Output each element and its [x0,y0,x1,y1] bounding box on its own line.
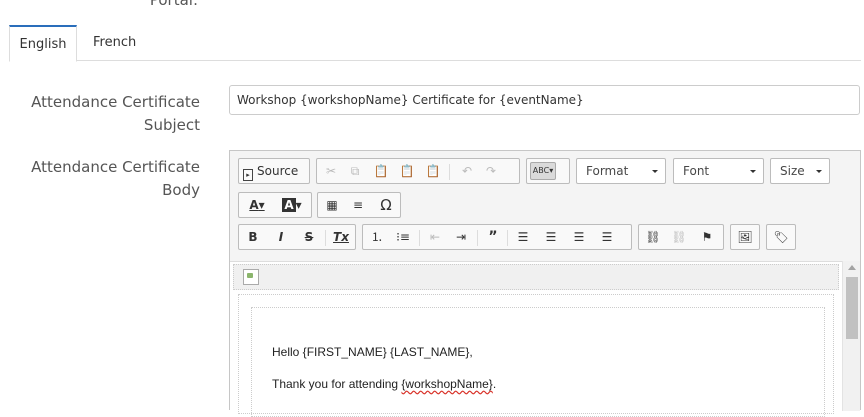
align-left-icon[interactable]: ☰ [513,228,533,246]
content-inner-table: Hello {FIRST_NAME} {LAST_NAME}, Thank yo… [251,307,825,417]
toolbar-row-3: B I S Tx ⒈ ⁝≡ ⇤ ⇥ ” ☰ ☰ ☰ ☰ ⛓ ⛓ ⚑ 🖼 🏷 [238,224,808,250]
table-icon[interactable]: ▦ [322,196,342,214]
basic-styles-group: B I S Tx [238,224,356,250]
language-tabs: English French [9,25,861,62]
content-outer-table: Hello {FIRST_NAME} {LAST_NAME}, Thank yo… [238,294,834,417]
size-label: Size [780,164,805,178]
redo-icon[interactable]: ↷ [481,162,501,180]
horizontal-line-icon[interactable]: ≡ [348,196,368,214]
paste-text-icon[interactable]: 📋 [397,162,417,180]
source-label: Source [257,164,299,178]
size-dropdown[interactable]: Size [770,158,830,184]
toolbar-row-1: ▸ Source ✂ ⧉ 📋 📋 📋 ↶ ↷ ABC▾ Format Font S… [238,158,848,184]
format-label: Format [586,164,629,178]
subject-label-line2: Subject [143,116,200,134]
body-label-line2: Body [162,181,200,199]
placeholder-group: 🏷 [766,224,796,250]
source-icon: ▸ [243,169,253,181]
chevron-down-icon [816,170,822,173]
bg-color-button[interactable]: A ▾ [277,196,307,214]
source-button[interactable]: ▸ Source [243,162,307,181]
align-center-icon[interactable]: ☰ [541,228,561,246]
text-color-button[interactable]: A▾ [243,196,271,214]
bold-button[interactable]: B [243,228,263,246]
link-icon[interactable]: ⛓ [643,228,663,246]
rich-text-editor: ▸ Source ✂ ⧉ 📋 📋 📋 ↶ ↷ ABC▾ Format Font S… [229,150,861,417]
numbered-list-icon[interactable]: ⒈ [367,228,387,246]
paste-word-icon[interactable]: 📋 [423,162,443,180]
scroll-thumb[interactable] [846,277,858,339]
thanks-prefix: Thank you for attending [272,377,402,391]
editor-content[interactable]: Hello {FIRST_NAME} {LAST_NAME}, Thank yo… [230,261,842,417]
special-char-icon[interactable]: Ω [376,196,396,214]
subject-input[interactable]: Workshop {workshopName} Certificate for … [229,85,860,115]
links-group: ⛓ ⛓ ⚑ [638,224,724,250]
clipboard-group: ✂ ⧉ 📋 📋 📋 ↶ ↷ [316,158,520,184]
tag-icon[interactable]: 🏷 [771,228,791,246]
image-group: 🖼 [730,224,760,250]
source-group: ▸ Source [238,158,310,184]
body-label-line1: Attendance Certificate [31,158,200,176]
undo-icon[interactable]: ↶ [457,162,477,180]
chevron-down-icon [750,170,756,173]
spellcheck-button[interactable]: ABC▾ [530,162,556,180]
header-image-area [233,264,839,290]
bulleted-list-icon[interactable]: ⁝≡ [393,228,413,246]
image-icon[interactable]: 🖼 [735,228,755,246]
chevron-down-icon [652,170,658,173]
align-justify-icon[interactable]: ☰ [597,228,617,246]
tab-english[interactable]: English [9,25,77,62]
strike-button[interactable]: S [299,228,319,246]
align-right-icon[interactable]: ☰ [569,228,589,246]
font-dropdown[interactable]: Font [673,158,764,184]
italic-button[interactable]: I [271,228,291,246]
editor-scrollbar[interactable] [842,261,860,411]
indent-icon[interactable]: ⇥ [451,228,471,246]
spellcheck-group: ABC▾ [526,158,570,184]
paste-icon[interactable]: 📋 [371,162,391,180]
scroll-up-icon[interactable] [848,265,856,270]
portal-label: Portal: [149,0,198,9]
tab-french[interactable]: French [80,25,149,61]
format-dropdown[interactable]: Format [576,158,666,184]
insert-group: ▦ ≡ Ω [317,192,401,218]
thanks-line: Thank you for attending {workshopName}. [272,377,496,391]
bg-color-label: A [282,198,296,212]
outdent-icon[interactable]: ⇤ [425,228,445,246]
subject-label-line1: Attendance Certificate [31,93,200,111]
toolbar-row-2: A▾ A ▾ ▦ ≡ Ω [238,192,438,218]
paragraph-group: ⒈ ⁝≡ ⇤ ⇥ ” ☰ ☰ ☰ ☰ [362,224,632,250]
subject-label: Attendance Certificate Subject [10,91,200,137]
cut-icon[interactable]: ✂ [321,162,341,180]
text-color-label: A [249,198,259,212]
workshop-placeholder: {workshopName} [401,377,493,391]
unlink-icon[interactable]: ⛓ [669,228,689,246]
font-label: Font [683,164,710,178]
blockquote-icon[interactable]: ” [483,228,503,246]
broken-image-icon [243,269,259,285]
color-group: A▾ A ▾ [238,192,312,218]
anchor-flag-icon[interactable]: ⚑ [697,228,717,246]
spellcheck-label: ABC [532,166,550,175]
thanks-suffix: . [492,377,497,391]
body-label: Attendance Certificate Body [10,156,200,202]
greeting-line: Hello {FIRST_NAME} {LAST_NAME}, [272,345,473,359]
copy-icon[interactable]: ⧉ [345,162,365,180]
clear-format-button[interactable]: Tx [331,228,351,246]
